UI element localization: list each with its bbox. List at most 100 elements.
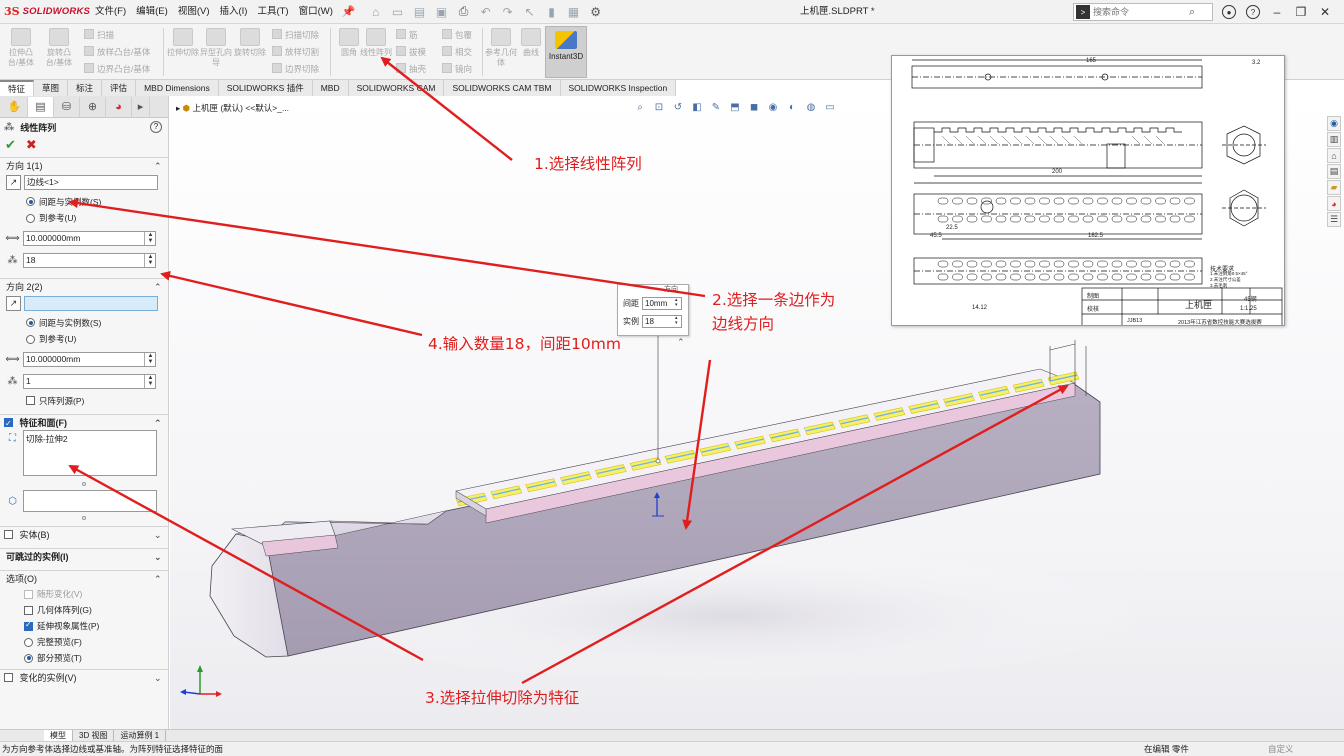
chevron-up-icon[interactable]: ⌃ (154, 415, 162, 431)
direction1-spacing-input[interactable]: 10.000000mm (23, 231, 156, 246)
print-icon[interactable]: ⎙ (454, 3, 474, 21)
direction1-edge-field[interactable]: 边线<1> (24, 175, 158, 190)
instant3d-button[interactable]: Instant3D (545, 26, 587, 78)
extrude-cut-button[interactable]: 拉伸切除 (166, 26, 200, 58)
curves-button[interactable]: 曲线 (514, 26, 548, 58)
splitter-dot[interactable] (82, 482, 86, 486)
minimize-icon[interactable]: – (1268, 3, 1286, 21)
varied-instances-header[interactable]: 变化的实例(V) ⌄ (0, 669, 168, 685)
menu-edit[interactable]: 编辑(E) (131, 0, 173, 24)
linear-pattern-button[interactable]: 线性阵列 (359, 26, 393, 58)
varied-instances-checkbox[interactable] (4, 673, 13, 682)
display-manager-tab[interactable]: ◕ (106, 96, 132, 117)
sweep-button[interactable]: 扫描 (84, 26, 114, 44)
rebuild-icon[interactable]: ▮ (542, 3, 562, 21)
geometry-pattern-checkbox[interactable] (24, 605, 33, 615)
list-item[interactable]: 切除-拉伸2 (26, 433, 154, 445)
radio-spacing[interactable] (26, 197, 35, 206)
hole-wizard-button[interactable]: 异型孔向导 (199, 26, 233, 68)
features-listbox[interactable]: 切除-拉伸2 (23, 430, 157, 476)
spin-arrows-icon[interactable]: ▲ ▼ (144, 232, 156, 245)
revolve-cut-button[interactable]: 旋转切除 (233, 26, 267, 58)
reverse-direction-icon[interactable]: ↗ (6, 296, 21, 311)
command-search[interactable]: > ⌕ (1073, 3, 1213, 21)
callout-instances-input[interactable]: 18 (642, 315, 682, 328)
file-explorer-icon[interactable]: ⌂ (1327, 148, 1341, 163)
callout-spacing-input[interactable]: 10mm (642, 297, 682, 310)
menu-tools[interactable]: 工具(T) (252, 0, 293, 24)
redo-icon[interactable]: ↷ (498, 3, 518, 21)
radio-spacing[interactable] (26, 318, 35, 327)
tab-markup[interactable]: 标注 (68, 80, 103, 96)
full-preview-radio[interactable] (24, 637, 33, 647)
bodies-checkbox[interactable] (4, 530, 13, 539)
propagate-row[interactable]: 延伸视象属性(P) (0, 618, 168, 634)
restore-icon[interactable]: ❐ (1292, 3, 1310, 21)
draft-button[interactable]: 拔模 (396, 43, 426, 61)
seed-only-row[interactable]: 只阵列源(P) (0, 391, 168, 410)
direction2-opt-reference[interactable]: 到参考(U) (0, 332, 168, 346)
appearances-icon[interactable]: ◕ (1327, 196, 1341, 211)
pm-help-icon[interactable]: ? (150, 121, 162, 133)
radio-reference[interactable] (26, 334, 35, 344)
home-icon[interactable]: ⌂ (366, 3, 386, 21)
pin-icon[interactable]: 📌 (342, 5, 356, 18)
custom-properties-icon[interactable]: ☰ (1327, 212, 1341, 227)
options-gear-icon[interactable]: ⚙ (586, 3, 606, 21)
vary-sketch-checkbox[interactable] (24, 589, 33, 599)
status-custom[interactable]: 自定义 (1268, 742, 1294, 756)
tab-inspection[interactable]: SOLIDWORKS Inspection (560, 80, 677, 96)
tab-cam-tbm[interactable]: SOLIDWORKS CAM TBM (444, 80, 561, 96)
extrude-boss-button[interactable]: 拉伸凸台/基体 (4, 26, 38, 68)
menu-view[interactable]: 视图(V) (173, 0, 215, 24)
direction2-spacing-input[interactable]: 10.000000mm (23, 352, 156, 367)
chevron-down-icon[interactable]: ⌄ (154, 549, 162, 565)
undo-icon[interactable]: ↶ (476, 3, 496, 21)
new-document-icon[interactable]: ▭ (388, 3, 408, 21)
select-icon[interactable]: ↖ (520, 3, 540, 21)
help-icon[interactable]: ? (1244, 3, 1262, 21)
folder-icon[interactable]: ▰ (1327, 180, 1341, 195)
cancel-x-icon[interactable]: ✖ (26, 137, 37, 153)
shell-button[interactable]: 抽壳 (396, 60, 426, 78)
chevron-up-icon[interactable]: ⌃ (154, 279, 162, 295)
design-library-icon[interactable]: ▥ (1327, 132, 1341, 147)
tab-evaluate[interactable]: 评估 (102, 80, 137, 96)
tab-addins[interactable]: SOLIDWORKS 插件 (218, 80, 313, 96)
spin-arrows-icon[interactable]: ▲ ▼ (144, 353, 156, 366)
open-icon[interactable]: ▤ (410, 3, 430, 21)
ok-check-icon[interactable]: ✔ (5, 137, 16, 153)
direction2-edge-field[interactable] (24, 296, 158, 311)
bodies-header[interactable]: 实体(B) ⌄ (0, 526, 168, 542)
wrap-button[interactable]: 包覆 (442, 26, 472, 44)
rib-button[interactable]: 筋 (396, 26, 418, 44)
file-properties-icon[interactable]: ▦ (564, 3, 584, 21)
features-checkbox[interactable] (4, 416, 13, 432)
vary-sketch-row[interactable]: 随形变化(V) (0, 586, 168, 602)
propagate-checkbox[interactable] (24, 620, 33, 631)
tab-mbd-dimensions[interactable]: MBD Dimensions (136, 80, 219, 96)
spin-arrows-icon[interactable]: ▲ ▼ (144, 254, 156, 267)
loft-boss-button[interactable]: 放样凸台/基体 (84, 43, 150, 61)
property-manager-tab[interactable]: ▤ (28, 96, 54, 117)
geometry-pattern-row[interactable]: 几何体阵列(G) (0, 602, 168, 618)
partial-preview-row[interactable]: 部分预览(T) (0, 650, 168, 666)
reference-geometry-button[interactable]: 参考几何体 (484, 26, 518, 68)
intersect-button[interactable]: 相交 (442, 43, 472, 61)
options-header[interactable]: 选项(O) ⌃ (0, 570, 168, 586)
direction1-opt-reference[interactable]: 到参考(U) (0, 211, 168, 225)
tab-motion-study[interactable]: 运动算例 1 (114, 729, 167, 742)
close-icon[interactable]: ✕ (1316, 3, 1334, 21)
tab-cam[interactable]: SOLIDWORKS CAM (348, 80, 445, 96)
menu-file[interactable]: 文件(F) (90, 0, 131, 24)
dimxpert-manager-tab[interactable]: ⊕ (80, 96, 106, 117)
direction2-opt-spacing[interactable]: 间距与实例数(S) (0, 313, 168, 332)
features-header[interactable]: 特征和面(F) ⌃ (0, 414, 168, 432)
solidworks-resources-icon[interactable]: ◉ (1327, 116, 1341, 131)
direction2-instances-input[interactable]: 1 (23, 374, 156, 389)
tab-model[interactable]: 模型 (44, 729, 73, 742)
view-palette-icon[interactable]: ▤ (1327, 164, 1341, 179)
feature-manager-tab[interactable]: ✋ (2, 96, 28, 117)
direction2-header[interactable]: 方向 2(2) ⌃ (0, 278, 168, 294)
tab-3d-views[interactable]: 3D 视图 (73, 729, 115, 742)
